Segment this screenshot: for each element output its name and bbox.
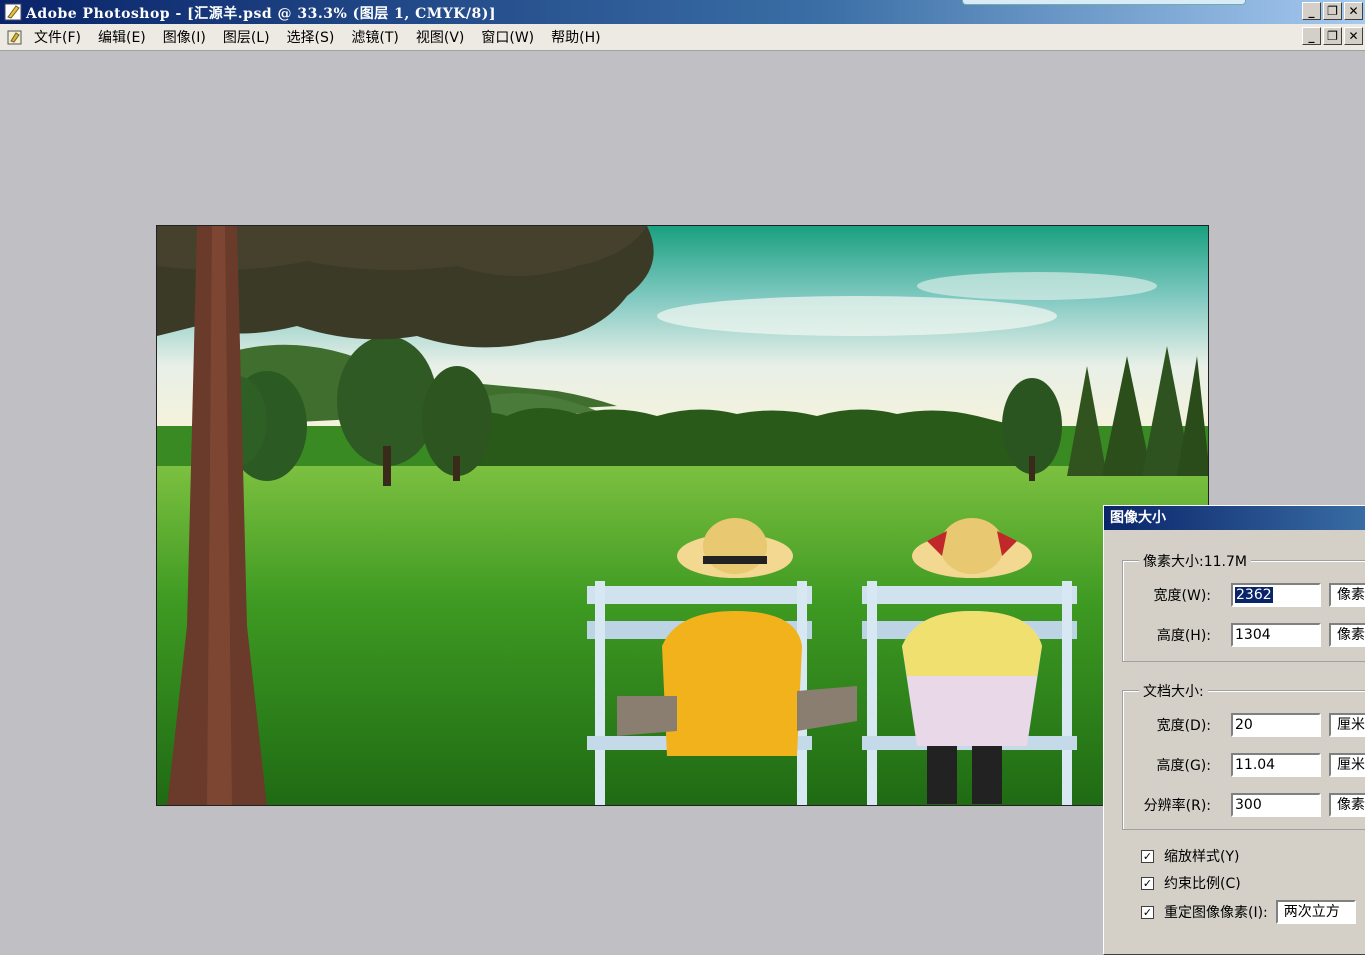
pixel-width-value: 2362 [1235, 587, 1273, 603]
document-canvas[interactable] [156, 225, 1209, 806]
pixel-width-label: 宽度(W): [1153, 588, 1211, 604]
doc-height-unit-select[interactable]: 厘米 [1329, 753, 1365, 777]
document-icon[interactable] [6, 28, 24, 46]
doc-width-unit-select[interactable]: 厘米 [1329, 713, 1365, 737]
image-size-dialog: 图像大小 像素大小:11.7M 宽度(W): 2362 像素 高度(H): 13… [1103, 505, 1365, 955]
doc-height-label: 高度(G): [1156, 758, 1212, 774]
constrain-option[interactable]: ✓ 约束比例(C) [1141, 873, 1241, 893]
constrain-proportions-label: 约束比例(C) [1164, 876, 1241, 892]
scale-styles-option[interactable]: ✓ 缩放样式(Y) [1141, 846, 1239, 866]
pixel-height-unit-select[interactable]: 像素 [1329, 623, 1365, 647]
menu-item-1[interactable]: 编辑(E) [98, 27, 146, 47]
document-window-controls: _ ❐ ✕ [1302, 27, 1363, 45]
pixel-width-unit-select[interactable]: 像素 [1329, 583, 1365, 607]
doc-height-input[interactable]: 11.04 [1231, 753, 1321, 777]
resample-option[interactable]: ✓ 重定图像像素(I): 两次立方 [1141, 900, 1356, 924]
resolution-label: 分辨率(R): [1143, 798, 1211, 814]
window-controls: _ ❐ ✕ [1302, 2, 1363, 20]
menu-item-0[interactable]: 文件(F) [34, 27, 81, 47]
pixel-height-input[interactable]: 1304 [1231, 623, 1321, 647]
menu-item-6[interactable]: 视图(V) [416, 27, 465, 47]
doc-width-input[interactable]: 20 [1231, 713, 1321, 737]
menu-items: 文件(F) 编辑(E) 图像(I) 图层(L) 选择(S) 滤镜(T) 视图(V) 窗口(W)… [34, 24, 618, 50]
pixel-height-label: 高度(H): [1156, 628, 1211, 644]
menu-item-5[interactable]: 滤镜(T) [351, 27, 398, 47]
doc-minimize-button[interactable]: _ [1302, 27, 1321, 45]
pixel-dimensions-group: 像素大小:11.7M 宽度(W): 2362 像素 高度(H): 1304 像素 [1122, 551, 1365, 662]
minimize-button[interactable]: _ [1302, 2, 1321, 20]
document-size-legend: 文档大小: [1139, 681, 1208, 701]
resample-label: 重定图像像素(I): [1164, 905, 1268, 921]
pixel-width-input[interactable]: 2362 [1231, 583, 1321, 607]
menu-item-4[interactable]: 选择(S) [287, 27, 335, 47]
menu-item-3[interactable]: 图层(L) [223, 27, 270, 47]
park-scene-image [157, 226, 1208, 805]
resolution-input[interactable]: 300 [1231, 793, 1321, 817]
menu-item-2[interactable]: 图像(I) [163, 27, 206, 47]
menu-item-7[interactable]: 窗口(W) [481, 27, 534, 47]
resample-method-select[interactable]: 两次立方 [1275, 900, 1356, 924]
dialog-title: 图像大小 [1104, 506, 1365, 530]
document-size-group: 文档大小: 宽度(D): 20 厘米 高度(G): 11.04 厘米 分辨率(R… [1122, 681, 1365, 830]
menu-bar: 文件(F) 编辑(E) 图像(I) 图层(L) 选择(S) 滤镜(T) 视图(V) 窗口(W)… [0, 24, 1365, 51]
resample-checkbox[interactable]: ✓ [1141, 905, 1154, 919]
doc-close-button[interactable]: ✕ [1344, 27, 1363, 45]
resolution-unit-select[interactable]: 像素 [1329, 793, 1365, 817]
photoshop-app-icon [4, 3, 22, 21]
window-title: Adobe Photoshop - [汇源羊.psd @ 33.3% (图层 1… [26, 6, 497, 22]
scale-styles-checkbox[interactable]: ✓ [1141, 849, 1154, 863]
title-bar: Adobe Photoshop - [汇源羊.psd @ 33.3% (图层 1… [0, 0, 1365, 24]
pixel-dimensions-legend: 像素大小:11.7M [1139, 551, 1251, 571]
menu-item-8[interactable]: 帮助(H) [551, 27, 600, 47]
close-button[interactable]: ✕ [1344, 2, 1363, 20]
doc-width-label: 宽度(D): [1156, 718, 1211, 734]
doc-restore-button[interactable]: ❐ [1323, 27, 1342, 45]
restore-button[interactable]: ❐ [1323, 2, 1342, 20]
constrain-proportions-checkbox[interactable]: ✓ [1141, 876, 1154, 890]
scale-styles-label: 缩放样式(Y) [1164, 849, 1240, 865]
title-search-field[interactable] [962, 0, 1246, 5]
